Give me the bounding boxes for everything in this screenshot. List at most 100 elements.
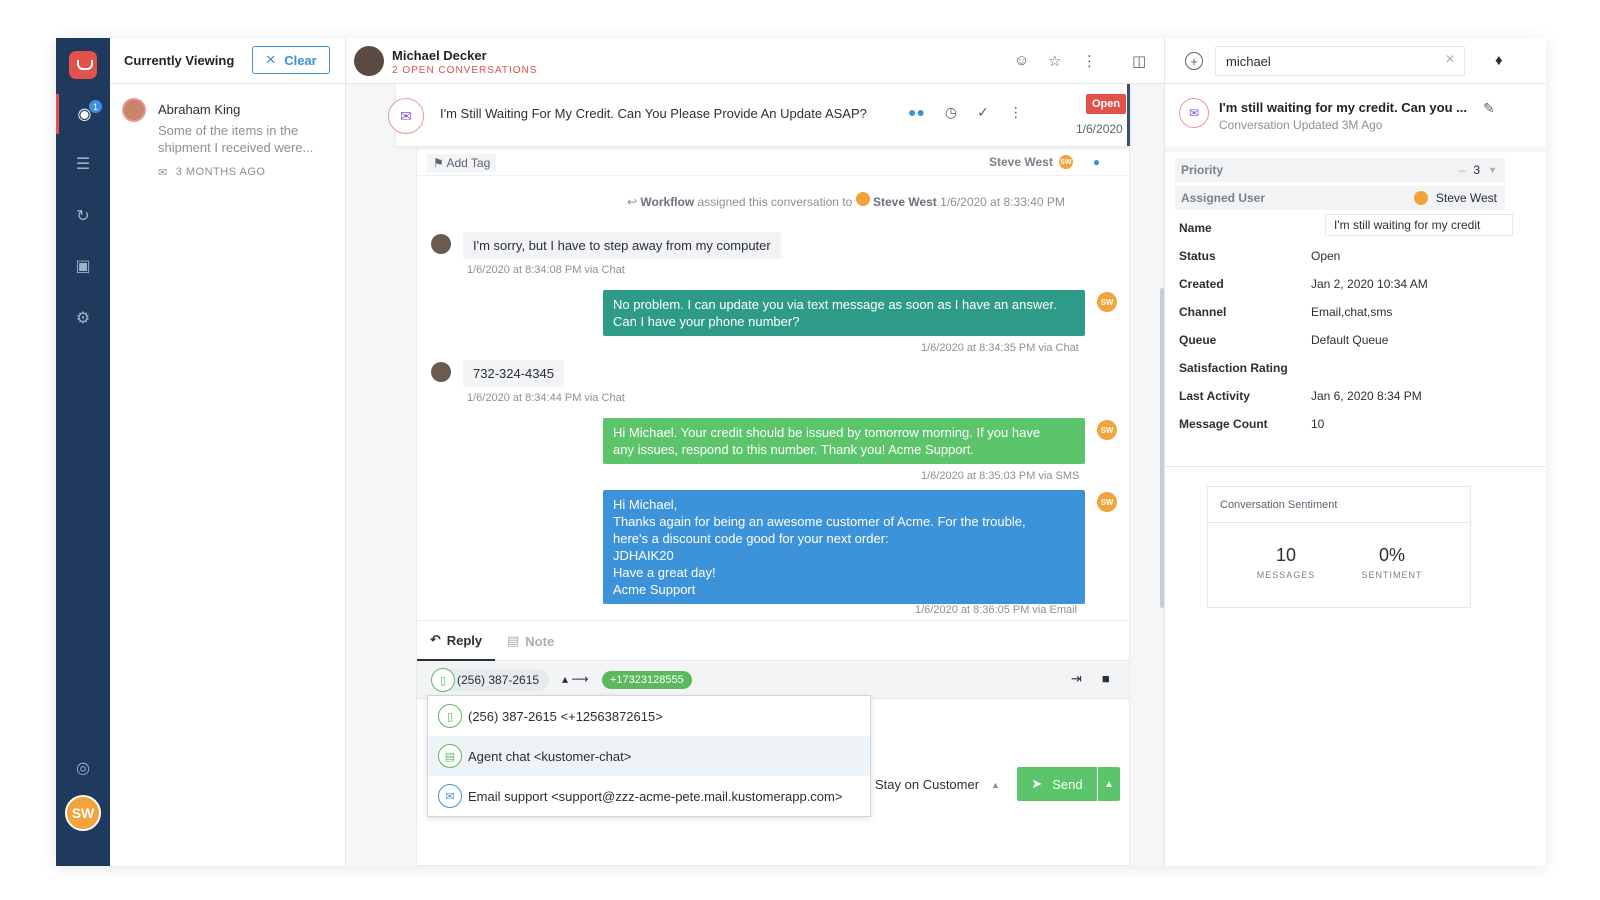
- left-nav: ◉ 1 ☰ ↻ ▣ ⚙ ◎ SW: [56, 38, 110, 866]
- chevron-down-icon[interactable]: ▼: [1488, 165, 1497, 175]
- message-meta: 1/6/2020 at 8:35:03 PM via SMS: [921, 470, 1080, 482]
- assigned-user-value-wrap: Steve West: [1413, 191, 1497, 205]
- field-key: Last Activity: [1179, 389, 1250, 403]
- users-icon[interactable]: ●●: [908, 104, 925, 121]
- app-window: ◉ 1 ☰ ↻ ▣ ⚙ ◎ SW Currently Viewing ✕ Cle…: [56, 38, 1546, 866]
- status-badge[interactable]: Open: [1086, 94, 1127, 114]
- reply-tabs: ↶ Reply ▤ Note: [417, 621, 1129, 661]
- trash-icon[interactable]: ■: [1102, 671, 1110, 687]
- conversation-date: 1/6/2020: [1076, 122, 1123, 136]
- arrow-right-icon[interactable]: ▴ ⟶: [562, 672, 589, 686]
- details-conversation-title: I'm still waiting for my credit. Can you…: [1219, 100, 1467, 115]
- field-key: Status: [1179, 249, 1216, 263]
- viewing-customer-name: Abraham King: [158, 102, 241, 117]
- avatar: [122, 98, 146, 122]
- pencil-icon[interactable]: ✎: [1483, 100, 1495, 117]
- field-value[interactable]: Open: [1311, 249, 1340, 263]
- tag-icon: ⚑: [433, 156, 444, 170]
- field-key: Created: [1179, 277, 1224, 291]
- agent-avatar: SW: [1097, 492, 1117, 512]
- mail-icon: ✉: [438, 784, 462, 808]
- tab-reply[interactable]: ↶ Reply: [417, 621, 495, 661]
- currently-viewing-panel: Currently Viewing ✕ Clear Abraham King S…: [110, 38, 346, 866]
- message-bubble: Hi Michael. Your credit should be issued…: [603, 418, 1085, 464]
- agent-avatar: SW: [1097, 292, 1117, 312]
- chevron-up-icon: ▲: [1104, 778, 1114, 790]
- check-circle-icon[interactable]: ✓: [977, 104, 989, 121]
- workflow-icon: ↩: [627, 195, 638, 209]
- nav-gear-icon[interactable]: ⚙: [56, 298, 110, 338]
- field-queue: Queue Default Queue: [1179, 328, 1509, 352]
- nav-eye-icon[interactable]: ◉ 1: [56, 94, 110, 134]
- send-icon: ➤: [1031, 776, 1043, 791]
- panel-toggle-icon[interactable]: ◫: [1132, 52, 1146, 70]
- viewing-message-preview: Some of the items in the shipment I rece…: [158, 123, 314, 155]
- dropdown-item[interactable]: ▯ (256) 387-2615 <+12563872615>: [428, 696, 870, 736]
- user-circle-icon[interactable]: ☺: [1014, 52, 1029, 69]
- name-field[interactable]: [1325, 214, 1513, 236]
- sign-in-icon[interactable]: ⇥: [1071, 671, 1082, 687]
- field-value: Jan 6, 2020 8:34 PM: [1311, 389, 1422, 403]
- message-thread: ⚑ Add Tag Steve West SW ● ↩ Workflow ass…: [416, 150, 1130, 620]
- mail-icon: ✉: [158, 167, 168, 179]
- assigned-user-chip[interactable]: Steve West SW ●: [989, 155, 1100, 169]
- user-avatar[interactable]: SW: [65, 795, 101, 831]
- from-channel-chip[interactable]: ▯ (256) 387-2615: [431, 668, 550, 692]
- assigned-user-label: Assigned User: [1181, 191, 1266, 205]
- add-icon[interactable]: +: [1185, 52, 1203, 70]
- star-icon[interactable]: ☆: [1048, 52, 1061, 70]
- message-line: Hi Michael. Your credit should be issued…: [613, 425, 1041, 440]
- tab-reply-label: Reply: [446, 632, 483, 648]
- avatar: SW: [1058, 155, 1073, 169]
- to-number-chip[interactable]: +17323128555: [602, 671, 692, 689]
- nav-search-list-icon[interactable]: ☰: [56, 144, 110, 184]
- app-logo[interactable]: [69, 51, 97, 79]
- conversation-card[interactable]: ✉ I'm Still Waiting For My Credit. Can Y…: [388, 84, 1130, 146]
- team-icon[interactable]: ●: [1093, 155, 1100, 169]
- clear-button[interactable]: ✕ Clear: [252, 46, 330, 74]
- send-label: Send: [1052, 776, 1083, 792]
- message-line: Hi Michael,: [613, 497, 678, 512]
- messages-stat-value: 10: [1275, 545, 1297, 565]
- snooze-clock-icon[interactable]: ◷: [945, 104, 957, 121]
- nav-globe-icon[interactable]: ◎: [56, 748, 110, 788]
- tag-bar: ⚑ Add Tag Steve West SW ●: [417, 150, 1129, 176]
- customer-avatar: [431, 234, 451, 254]
- viewing-timestamp: ✉ 3 MONTHS AGO: [158, 166, 265, 179]
- field-value: Email,chat,sms: [1311, 305, 1393, 319]
- more-vertical-icon[interactable]: ⋮: [1009, 104, 1023, 121]
- field-satisfaction: Satisfaction Rating: [1179, 356, 1509, 380]
- sentiment-stat-label: SENTIMENT: [1361, 570, 1423, 580]
- open-conversations-count[interactable]: 2 OPEN CONVERSATIONS: [392, 65, 537, 76]
- agent-avatar: SW: [1097, 420, 1117, 440]
- dropdown-item[interactable]: ✉ Email support <support@zzz-acme-pete.m…: [428, 776, 870, 816]
- send-button[interactable]: ➤ Send: [1017, 767, 1097, 801]
- message-bubble: 732-324-4345: [463, 360, 564, 387]
- tab-note[interactable]: ▤ Note: [507, 621, 554, 661]
- search-input[interactable]: [1215, 46, 1465, 76]
- assigned-user-field[interactable]: Assigned User Steve West: [1175, 186, 1505, 210]
- assigned-user-value: Steve West: [1435, 191, 1497, 205]
- bell-icon[interactable]: ♦: [1495, 52, 1503, 69]
- channel-dropdown: ▯ (256) 387-2615 <+12563872615> ▤ Agent …: [427, 695, 871, 817]
- avatar: [855, 192, 870, 206]
- divider: [1165, 146, 1546, 152]
- customer-name[interactable]: Michael Decker: [392, 48, 487, 63]
- more-vertical-icon[interactable]: ⋮: [1082, 52, 1097, 70]
- minus-icon[interactable]: –: [1459, 163, 1466, 177]
- clear-search-icon[interactable]: ✕: [1445, 52, 1455, 66]
- nav-refresh-icon[interactable]: ↻: [56, 196, 110, 236]
- priority-control[interactable]: – 3 ▼: [1459, 163, 1497, 177]
- field-key: Name: [1179, 221, 1212, 235]
- nav-image-icon[interactable]: ▣: [56, 246, 110, 286]
- message-line: No problem. I can update you via text me…: [613, 297, 1057, 312]
- customer-avatar[interactable]: [354, 46, 384, 76]
- dropdown-item[interactable]: ▤ Agent chat <kustomer-chat>: [428, 736, 870, 776]
- field-channel: Channel Email,chat,sms: [1179, 300, 1509, 324]
- add-tag-button[interactable]: ⚑ Add Tag: [427, 154, 497, 172]
- message-meta: 1/6/2020 at 8:34:35 PM via Chat: [921, 342, 1079, 354]
- field-value[interactable]: Default Queue: [1311, 333, 1388, 347]
- priority-field[interactable]: Priority – 3 ▼: [1175, 158, 1505, 182]
- send-options-button[interactable]: ▲: [1098, 767, 1120, 801]
- stay-on-customer-select[interactable]: Stay on Customer ▲: [875, 777, 1000, 792]
